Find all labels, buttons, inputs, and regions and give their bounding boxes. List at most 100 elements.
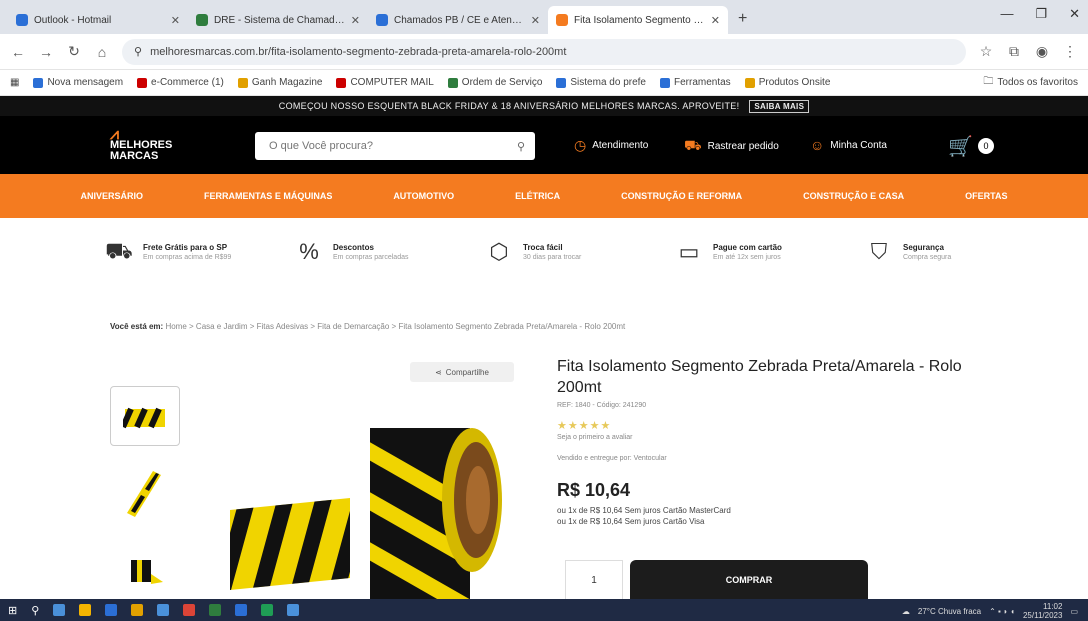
benefit-item: ⛟ Frete Grátis para o SP Em compras acima … [105, 238, 255, 267]
nav-item[interactable]: FERRAMENTAS E MÁQUINAS [204, 191, 332, 201]
nav-item[interactable]: OFERTAS [965, 191, 1007, 201]
app-icon[interactable] [287, 604, 300, 616]
minimize-icon[interactable]: — [1000, 6, 1013, 22]
clock[interactable]: 11:02 25/11/2023 [1023, 602, 1062, 620]
window-controls: — ❐ ✕ [1000, 6, 1080, 22]
browser-tab-active[interactable]: Fita Isolamento Segmento Ze... ✕ [548, 6, 728, 34]
word-icon[interactable] [235, 604, 248, 616]
close-icon[interactable]: ✕ [351, 14, 360, 27]
forward-icon[interactable]: → [38, 44, 54, 60]
extensions-icon[interactable]: ⧉ [1006, 43, 1022, 60]
thumbnail[interactable] [110, 386, 180, 446]
share-button[interactable]: ⋖ Compartilhe [410, 362, 514, 382]
product-price: R$ 10,64 [557, 480, 631, 500]
bookmark-favicon [137, 77, 148, 88]
browser-tabbar: Outlook - Hotmail ✕ DRE - Sistema de Cham… [0, 0, 1088, 34]
bookmark-item[interactable]: e-Commerce (1) [137, 77, 224, 88]
home-icon[interactable]: ⌂ [94, 44, 110, 60]
product-main-image[interactable] [210, 420, 510, 600]
benefit-item: ⛉ Segurança Compra segura [865, 239, 1015, 265]
nav-item[interactable]: ANIVERSÁRIO [80, 191, 143, 201]
nav-item[interactable]: CONSTRUÇÃO E REFORMA [621, 191, 742, 201]
task-view-icon[interactable] [53, 604, 66, 616]
promo-cta-button[interactable]: SAIBA MAIS [749, 99, 810, 113]
file-explorer-icon[interactable] [79, 604, 92, 616]
quantity-input[interactable]: 1 [565, 560, 623, 600]
weather-text[interactable]: 27°C Chuva fraca [918, 607, 981, 616]
browser-toolbar: ← → ↻ ⌂ ⚲ melhoresmarcas.com.br/fita-iso… [0, 34, 1088, 70]
url-text: melhoresmarcas.com.br/fita-isolamento-se… [150, 45, 567, 58]
search-input[interactable] [269, 140, 517, 152]
app-icon[interactable] [131, 604, 144, 616]
browser-tab[interactable]: Outlook - Hotmail ✕ [8, 6, 188, 34]
bookmark-favicon [556, 77, 567, 88]
browser-tab[interactable]: Chamados PB / CE e Atendimento✕ [368, 6, 548, 34]
header-link-atendimento[interactable]: ◷ Atendimento [574, 137, 648, 154]
bookmark-item[interactable]: COMPUTER MAIL [336, 77, 434, 88]
support-icon: ◷ [574, 137, 587, 153]
buy-button[interactable]: COMPRAR [630, 560, 868, 600]
site-info-icon[interactable]: ⚲ [134, 45, 142, 58]
product-thumbnails [110, 386, 180, 620]
apps-icon[interactable]: ▦ [10, 77, 19, 88]
benefit-item: ⬡ Troca fácil 30 dias para trocar [485, 239, 635, 265]
new-tab-button[interactable]: + [728, 10, 757, 34]
header-link-conta[interactable]: ☺ Minha Conta [810, 137, 887, 153]
bookmark-item[interactable]: Ganh Magazine [237, 77, 322, 88]
tape-thumbnail-image [127, 471, 161, 517]
close-icon[interactable]: ✕ [531, 14, 540, 27]
promo-banner: COMEÇOU NOSSO ESQUENTA BLACK FRIDAY & 18… [0, 96, 1088, 116]
nav-item[interactable]: ELÉTRICA [515, 191, 560, 201]
windows-start-icon[interactable]: ⊞ [8, 604, 17, 617]
bookmark-item[interactable]: Ferramentas [660, 77, 731, 88]
search-icon[interactable]: ⚲ [517, 140, 525, 153]
bookmark-star-icon[interactable]: ☆ [978, 43, 994, 60]
site-logo[interactable]: ⩘ MELHORES MARCAS [110, 126, 250, 162]
close-window-icon[interactable]: ✕ [1069, 6, 1080, 22]
shield-icon: ⛉ [870, 239, 888, 264]
rating-stars[interactable]: ★★★★★ [557, 419, 997, 432]
truck-icon: ⛟ [684, 137, 702, 153]
cart-icon[interactable]: 🛒 [948, 134, 973, 159]
all-bookmarks[interactable]: 🗀 Todos os favoritos [983, 74, 1078, 91]
product-info: Fita Isolamento Segmento Zebrada Preta/A… [557, 356, 997, 527]
thumbnail[interactable] [110, 464, 180, 524]
close-icon[interactable]: ✕ [711, 14, 720, 27]
app-icon[interactable] [157, 604, 170, 616]
back-icon[interactable]: ← [10, 44, 26, 60]
reload-icon[interactable]: ↻ [66, 43, 82, 60]
bookmark-item[interactable]: Sistema do prefe [556, 77, 646, 88]
category-nav: ANIVERSÁRIO FERRAMENTAS E MÁQUINAS AUTOM… [0, 174, 1088, 218]
bookmark-item[interactable]: Nova mensagem [33, 77, 123, 88]
tab-favicon [196, 14, 208, 26]
benefits-strip: ⛟ Frete Grátis para o SP Em compras acima … [0, 218, 1088, 286]
bookmark-favicon [744, 77, 755, 88]
close-icon[interactable]: ✕ [171, 14, 180, 27]
benefit-item: ▭ Pague com cartão Em até 12x sem juros [675, 239, 825, 265]
chrome-icon[interactable] [183, 604, 196, 616]
maximize-icon[interactable]: ❐ [1035, 6, 1047, 22]
bookmark-item[interactable]: Produtos Onsite [744, 77, 830, 88]
menu-icon[interactable]: ⋮ [1062, 43, 1078, 60]
breadcrumb-path[interactable]: Home > Casa e Jardim > Fitas Adesivas > … [165, 322, 625, 331]
tray-icons[interactable]: ⌃ ▪ ◗ ◖ [989, 607, 1015, 616]
thumbnail[interactable] [110, 542, 180, 602]
browser-tab[interactable]: DRE - Sistema de Chamados ✕ [188, 6, 368, 34]
tape-thumbnail-image [131, 560, 163, 584]
tab-favicon [556, 14, 568, 26]
excel-icon[interactable] [209, 604, 222, 616]
app-icon[interactable] [261, 604, 274, 616]
reviews-link[interactable]: Seja o primeiro a avaliar [557, 434, 997, 441]
nav-item[interactable]: AUTOMOTIVO [393, 191, 454, 201]
bookmark-item[interactable]: Ordem de Serviço [447, 77, 542, 88]
outlook-icon[interactable] [105, 604, 118, 616]
search-icon[interactable]: ⚲ [31, 604, 39, 617]
nav-item[interactable]: CONSTRUÇÃO E CASA [803, 191, 904, 201]
notifications-icon[interactable]: ▭ [1070, 607, 1078, 616]
header-link-rastrear[interactable]: ⛟ Rastrear pedido [684, 137, 779, 156]
address-bar[interactable]: ⚲ melhoresmarcas.com.br/fita-isolamento-… [122, 38, 966, 65]
profile-icon[interactable]: ◉ [1034, 43, 1050, 60]
truck-icon: ⛟ [105, 237, 133, 263]
product-sku: REF: 1840 - Código: 241290 [557, 402, 647, 409]
bookmark-favicon [447, 77, 458, 88]
